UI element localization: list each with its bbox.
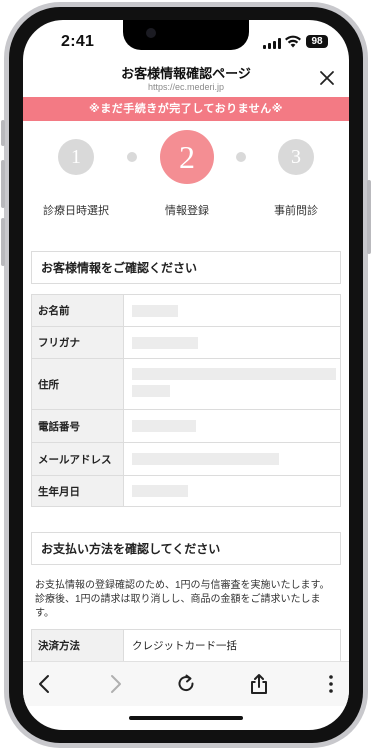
table-row: メールアドレス [32,442,340,475]
phone-value [124,410,340,442]
more-icon[interactable] [319,672,343,696]
back-icon[interactable] [33,672,57,696]
page-title: お客様情報確認ページ [121,66,251,81]
step-separator-dot [127,152,137,162]
browser-toolbar [23,661,349,706]
step-3-label: 事前問診 [274,205,318,217]
status-bar: 2:41 98 [23,20,349,64]
page-url: https://ec.mederi.jp [147,82,225,92]
email-value [124,443,340,475]
redacted-value [132,304,178,317]
redacted-value [132,453,279,465]
screen: 2:41 98 お客様情報確認ページ https://ec.mederi.jp [23,20,349,730]
battery-icon: 98 [306,35,328,48]
table-row: 決済方法 クレジットカード一括 [32,630,340,661]
address-value [124,359,340,409]
payment-section-title: お支払い方法を確認してください [31,532,341,565]
step-2-circle: 2 [160,130,214,184]
redacted-value [132,385,170,397]
phone-label: 電話番号 [32,410,124,442]
birthdate-label: 生年月日 [32,476,124,506]
reload-icon[interactable] [174,672,198,696]
address-label: 住所 [32,359,124,409]
incomplete-notice-banner: ※まだ手続きが完了しておりません※ [23,97,349,121]
home-indicator [129,716,243,720]
payment-description: お支払情報の登録確認のため、1円の与信審査を実施いたします。診療後、1円の請求は… [35,580,330,619]
step-1-circle: 1 [58,139,94,175]
redacted-value [132,336,198,349]
signal-icon [263,38,281,49]
redacted-value [132,485,188,497]
power-button [367,180,371,254]
mute-switch [1,120,5,146]
payment-table: 決済方法 クレジットカード一括 [31,629,341,662]
name-label: お名前 [32,295,124,326]
volume-down-button [1,218,5,266]
step-3-circle: 3 [278,139,314,175]
payment-method-label: 決済方法 [32,630,124,661]
table-row: 生年月日 [32,475,340,506]
payment-method-value: クレジットカード一括 [132,640,237,652]
progress-steps: 1 2 3 診療日時選択 情報登録 事前問診 [23,130,349,220]
volume-up-button [1,160,5,208]
redacted-value [132,368,336,380]
page-header: お客様情報確認ページ https://ec.mederi.jp [23,60,349,98]
furigana-value [124,327,340,358]
status-time: 2:41 [61,33,95,50]
phone-frame: 2:41 98 お客様情報確認ページ https://ec.mederi.jp [0,0,372,750]
birthdate-value [124,476,340,506]
table-row: 住所 [32,358,340,409]
wifi-icon [285,35,301,48]
step-1-label: 診療日時選択 [43,205,109,217]
redacted-value [132,420,196,432]
camera-icon [146,28,156,38]
table-row: 電話番号 [32,409,340,442]
forward-icon[interactable] [103,672,127,696]
share-icon[interactable] [247,672,271,696]
customer-info-table: お名前 フリガナ 住所 電話番号 メールアドレス 生年月日 [31,294,341,507]
table-row: フリガナ [32,326,340,358]
name-value [124,295,340,326]
furigana-label: フリガナ [32,327,124,358]
close-icon[interactable] [319,70,335,86]
notch [123,20,249,50]
email-label: メールアドレス [32,443,124,475]
step-separator-dot [236,152,246,162]
table-row: お名前 [32,295,340,326]
customer-info-section-title: お客様情報をご確認ください [31,251,341,284]
step-2-label: 情報登録 [165,205,209,217]
